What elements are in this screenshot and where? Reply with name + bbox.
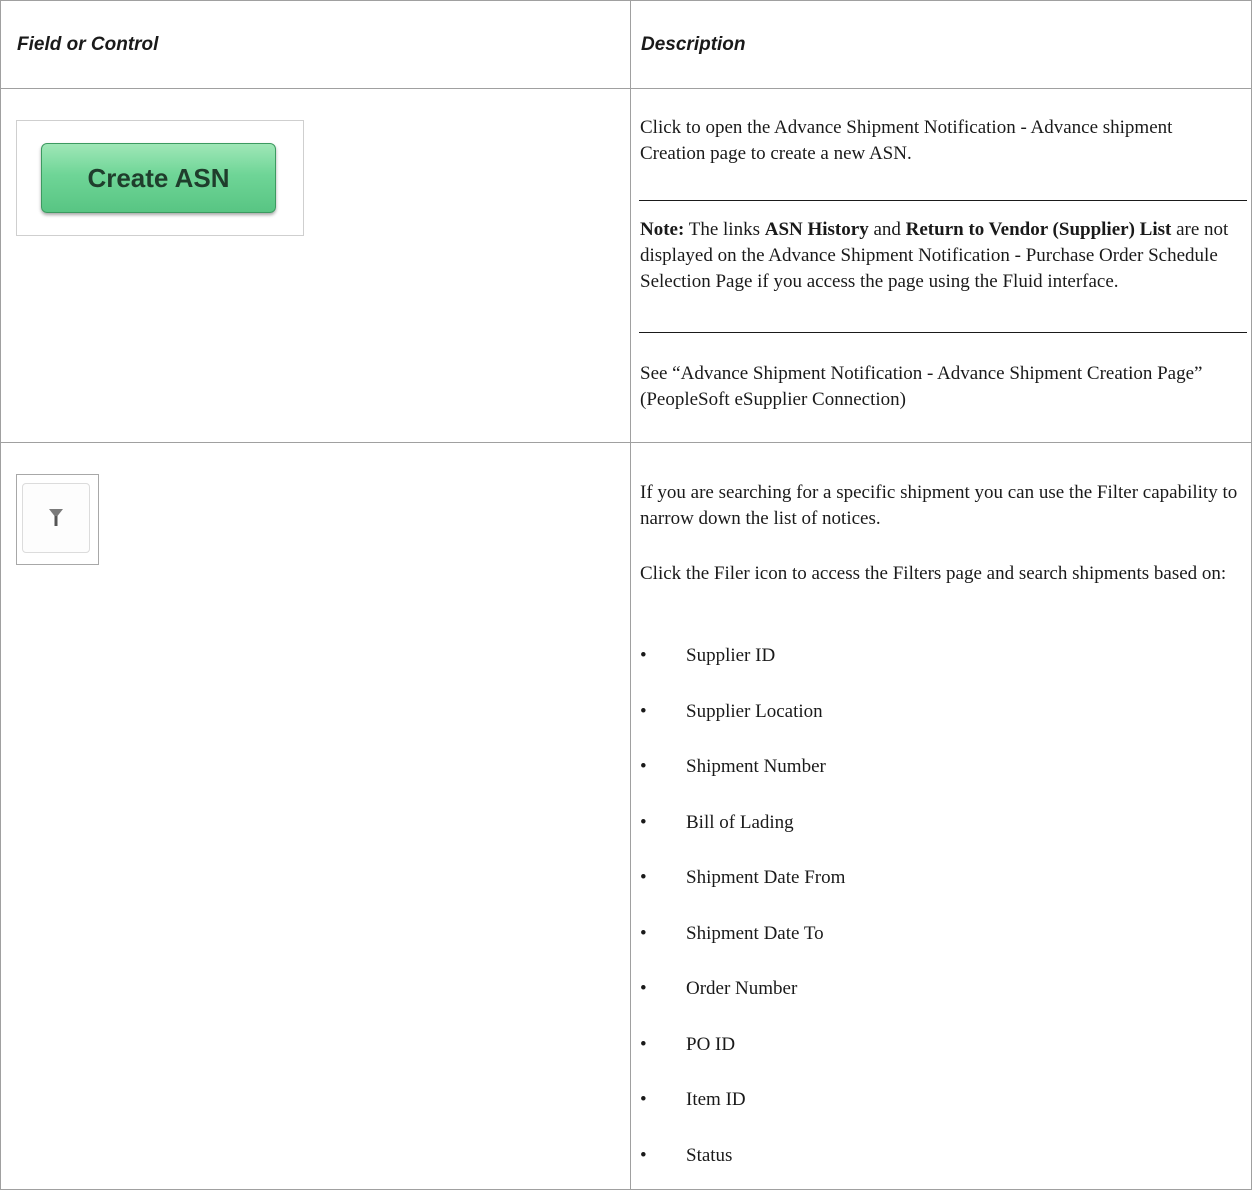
- filter-para-1: If you are searching for a specific ship…: [640, 482, 1238, 529]
- asn-history-link: ASN History: [764, 219, 869, 240]
- row-divider: [1, 442, 1251, 443]
- filter-icon: [49, 509, 63, 526]
- bullet-glyph: •: [640, 756, 647, 777]
- list-item-label: Status: [686, 1144, 733, 1166]
- bullet-glyph: •: [640, 978, 647, 999]
- filter-para-2: Click the Filer icon to access the Filte…: [640, 563, 1227, 584]
- list-item-label: Bill of Lading: [686, 811, 794, 833]
- create-asn-description-text: Click to open the Advance Shipment Notif…: [640, 117, 1173, 164]
- header-divider: [1, 88, 1251, 89]
- filter-button[interactable]: [22, 483, 90, 553]
- header-description: Description: [641, 33, 746, 55]
- bullet-glyph: •: [640, 700, 647, 722]
- list-item-label: Shipment Date From: [686, 867, 846, 888]
- column-divider: [630, 1, 631, 1189]
- list-item-label: Order Number: [686, 978, 798, 999]
- note-text-1: The links: [684, 219, 765, 240]
- filter-description: If you are searching for a specific ship…: [640, 480, 1240, 532]
- return-to-vendor-link: Return to Vendor (Supplier) List: [905, 219, 1172, 240]
- create-asn-button[interactable]: Create ASN: [41, 143, 276, 213]
- note-bottom-rule: [639, 332, 1247, 333]
- bullet-glyph: •: [640, 1144, 647, 1166]
- note-block: Note: The links ASN History and Return t…: [640, 217, 1240, 295]
- note-label: Note:: [640, 219, 685, 240]
- note-text: Note: The links ASN History and Return t…: [640, 217, 1240, 295]
- note-text-2: and: [868, 219, 906, 240]
- list-item-label: Shipment Date To: [686, 922, 824, 944]
- see-also-block: See “Advance Shipment Notification - Adv…: [640, 361, 1240, 413]
- field-description-table: Field or Control Description Create ASN …: [0, 0, 1252, 1190]
- list-item-label: Item ID: [686, 1089, 746, 1110]
- bullet-glyph: •: [640, 867, 647, 888]
- list-item-label: PO ID: [686, 1033, 736, 1055]
- filter-screenshot: [16, 474, 99, 565]
- bullet-glyph: •: [640, 1033, 647, 1055]
- header-field-or-control: Field or Control: [17, 33, 159, 55]
- create-asn-screenshot: Create ASN: [16, 120, 304, 236]
- bullet-glyph: •: [640, 645, 647, 666]
- list-item-label: Supplier ID: [686, 645, 776, 666]
- list-item-label: Supplier Location: [686, 700, 823, 722]
- note-top-rule: [639, 200, 1247, 201]
- bullet-glyph: •: [640, 922, 647, 944]
- bullet-glyph: •: [640, 811, 647, 833]
- create-asn-description: Click to open the Advance Shipment Notif…: [640, 115, 1240, 167]
- see-also-text: See “Advance Shipment Notification - Adv…: [640, 363, 1203, 410]
- bullet-glyph: •: [640, 1089, 647, 1110]
- list-item-label: Shipment Number: [686, 756, 826, 777]
- filter-para-2-block: Click the Filer icon to access the Filte…: [640, 561, 1240, 587]
